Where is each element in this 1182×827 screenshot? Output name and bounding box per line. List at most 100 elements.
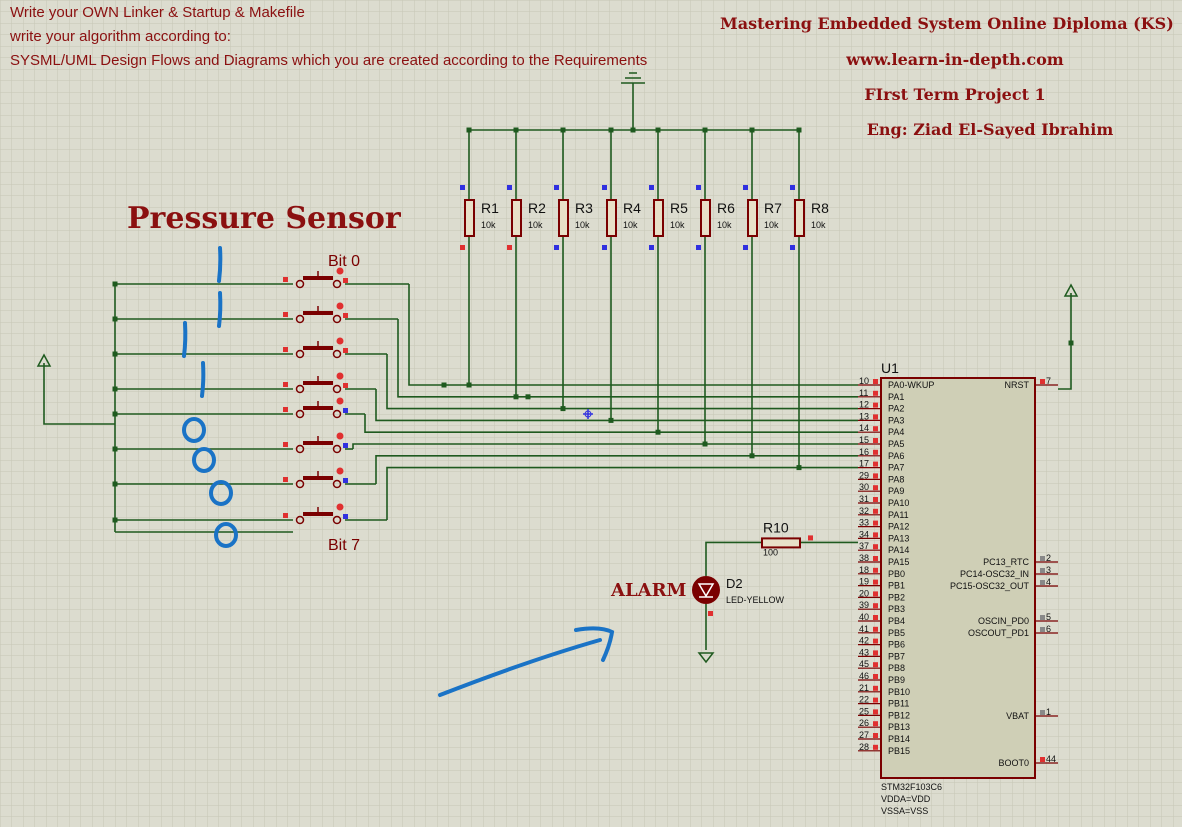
pin-marker bbox=[343, 478, 348, 483]
pin-marker bbox=[507, 245, 512, 250]
switch-plunger bbox=[303, 276, 333, 280]
switch-state-indicator bbox=[336, 397, 344, 405]
mcu-part-label: STM32F103C6 bbox=[881, 782, 942, 792]
pin-marker bbox=[343, 313, 348, 318]
pin-marker-red bbox=[708, 611, 713, 616]
pin-marker bbox=[649, 245, 654, 250]
pin-marker bbox=[1040, 556, 1045, 561]
mcu-pin-name: PC13_RTC bbox=[983, 557, 1029, 567]
mcu-pin-number: 40 bbox=[859, 612, 869, 622]
mcu-pin-name: PB7 bbox=[888, 651, 905, 661]
handwritten-digit-one bbox=[217, 291, 223, 328]
diploma-title: Mastering Embedded System Online Diploma… bbox=[720, 14, 1174, 33]
pin-marker-red bbox=[873, 379, 878, 384]
switch-state-indicator bbox=[336, 467, 344, 475]
mcu-pin-name: PB5 bbox=[888, 628, 905, 638]
resistor-value-r5: 10k bbox=[670, 220, 685, 230]
junction-dot bbox=[655, 429, 661, 435]
mcu-pin-number: 17 bbox=[859, 459, 869, 469]
mcu-pin-name: PA15 bbox=[888, 557, 909, 567]
resistor-label-r4: R4 bbox=[623, 200, 641, 216]
pin-marker-red bbox=[873, 674, 878, 679]
pin-marker bbox=[602, 245, 607, 250]
junction-dot bbox=[466, 382, 472, 388]
pin-marker-red bbox=[283, 442, 288, 447]
pin-marker-red bbox=[873, 508, 878, 514]
junction-dot bbox=[608, 417, 614, 423]
pin-marker bbox=[696, 245, 701, 250]
mcu-pin-number: 33 bbox=[859, 518, 869, 528]
pin-marker-red bbox=[873, 497, 878, 502]
mcu-pin-number: 27 bbox=[859, 730, 869, 740]
mcu-power-label-1: VDDA=VDD bbox=[881, 794, 931, 804]
pin-marker bbox=[343, 408, 348, 413]
mcu-pin-name: PA3 bbox=[888, 415, 904, 425]
mcu-pin-number: 16 bbox=[859, 447, 869, 457]
pin-marker bbox=[460, 245, 465, 250]
switch-plunger bbox=[303, 512, 333, 516]
pin-marker-red bbox=[873, 615, 878, 620]
pin-marker bbox=[1040, 710, 1045, 715]
pin-marker bbox=[343, 443, 348, 448]
pin-marker-blue bbox=[507, 185, 512, 190]
switch-state-indicator bbox=[336, 432, 344, 440]
mcu-pin-number: 25 bbox=[859, 706, 869, 716]
mcu-pin-name: OSCOUT_PD1 bbox=[968, 628, 1029, 638]
mcu-pin-number: 42 bbox=[859, 636, 869, 646]
pin-marker-red bbox=[873, 591, 878, 597]
mcu-pin-name: NRST bbox=[1005, 380, 1030, 390]
pin-marker-red bbox=[873, 626, 878, 632]
resistor-label-r5: R5 bbox=[670, 200, 688, 216]
pin-marker-red bbox=[283, 513, 288, 518]
pin-marker bbox=[1040, 615, 1045, 620]
resistor-label-r3: R3 bbox=[575, 200, 593, 216]
resistor-label-r1: R1 bbox=[481, 200, 499, 216]
mcu-pin-number: 38 bbox=[859, 553, 869, 563]
mcu-pin-name: PB4 bbox=[888, 616, 905, 626]
project-title: FIrst Term Project 1 bbox=[864, 85, 1046, 104]
switch-plunger bbox=[303, 311, 333, 315]
mcu-pin-number: 18 bbox=[859, 565, 869, 575]
resistor-value-r8: 10k bbox=[811, 220, 826, 230]
handwritten-digit-one bbox=[217, 246, 223, 283]
junction-dot bbox=[441, 382, 447, 388]
pin-marker bbox=[343, 278, 348, 283]
switch-state-indicator bbox=[336, 503, 344, 511]
mcu-pin-number: 10 bbox=[859, 376, 869, 386]
pin-marker-red bbox=[873, 556, 878, 561]
engineer-title: Eng: Ziad El-Sayed Ibrahim bbox=[866, 120, 1114, 139]
mcu-pin-number: 32 bbox=[859, 506, 869, 516]
pin-marker-red bbox=[283, 477, 288, 482]
mcu-pin-number: 43 bbox=[859, 647, 869, 657]
pin-marker bbox=[1040, 568, 1045, 573]
pin-marker-red bbox=[873, 567, 878, 573]
pin-marker-blue bbox=[743, 185, 748, 190]
mcu-pin-name: PB9 bbox=[888, 675, 905, 685]
led-ref-label: D2 bbox=[726, 576, 743, 591]
mcu-pin-name: PA0-WKUP bbox=[888, 380, 934, 390]
mcu-pin-name: PB1 bbox=[888, 581, 905, 591]
pin-marker-red bbox=[873, 638, 878, 644]
pin-marker bbox=[1040, 379, 1045, 384]
mcu-pin-name: PB10 bbox=[888, 687, 910, 697]
r10-label: R10 bbox=[763, 519, 789, 535]
bit7-label: Bit 7 bbox=[328, 537, 360, 554]
mcu-pin-name: PA6 bbox=[888, 451, 904, 461]
mcu-pin-name: PB3 bbox=[888, 604, 905, 614]
pin-marker-red bbox=[873, 662, 878, 668]
mcu-pin-name: PA7 bbox=[888, 463, 904, 473]
pin-marker-red bbox=[873, 733, 878, 738]
resistor-body bbox=[653, 199, 664, 237]
pin-marker bbox=[343, 383, 348, 388]
mcu-pin-number: 45 bbox=[859, 659, 869, 669]
pin-marker bbox=[790, 245, 795, 250]
mcu-pin-name: OSCIN_PD0 bbox=[978, 616, 1029, 626]
mcu-pin-name: PB14 bbox=[888, 734, 910, 744]
pin-marker-blue bbox=[790, 185, 795, 190]
resistor-body bbox=[794, 199, 805, 237]
resistor-label-r2: R2 bbox=[528, 200, 546, 216]
mcu-pin-name: PB15 bbox=[888, 746, 910, 756]
resistor-body bbox=[606, 199, 617, 237]
pin-marker bbox=[554, 245, 559, 250]
pin-marker-red bbox=[873, 579, 878, 585]
